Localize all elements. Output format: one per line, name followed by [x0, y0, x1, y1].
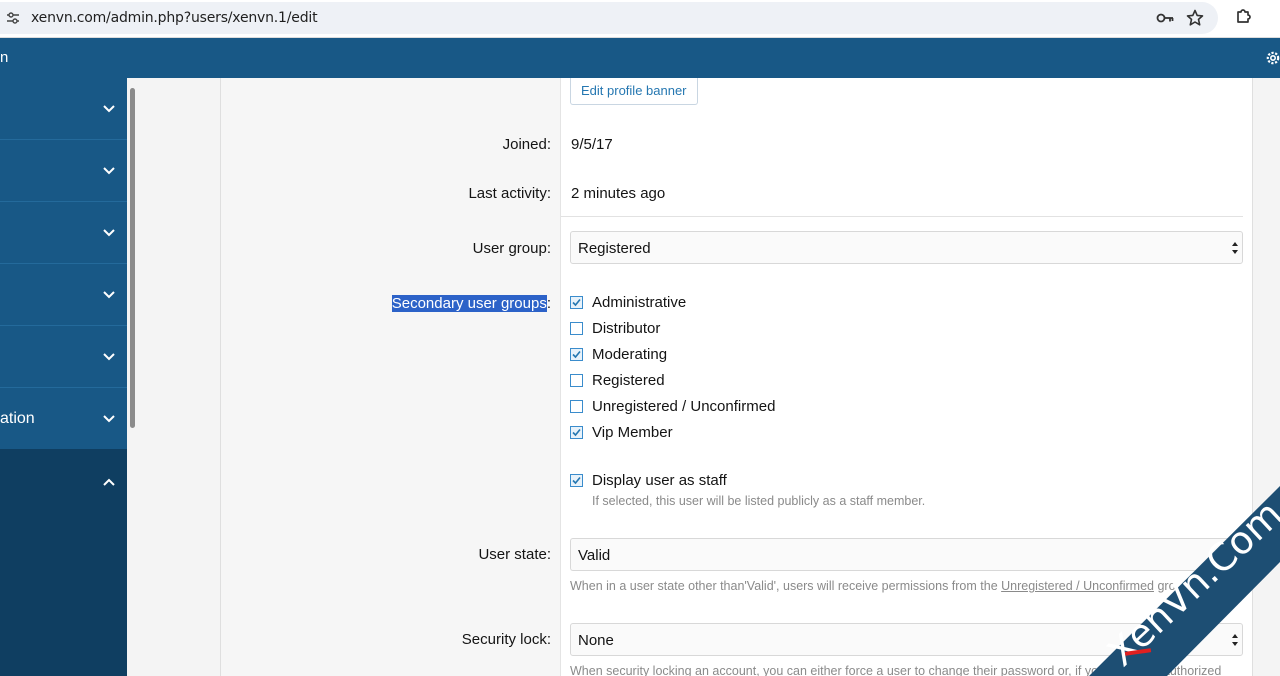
chevron-down-icon	[103, 229, 115, 237]
security-lock-value: None	[578, 632, 614, 649]
checkbox-unchecked[interactable]	[570, 322, 583, 335]
select-arrows-icon	[1232, 634, 1238, 646]
option-label[interactable]: Moderating	[592, 346, 667, 363]
chevron-down-icon	[103, 291, 115, 299]
sidebar-item-partial[interactable]: ation	[0, 388, 127, 450]
secondary-user-groups-label: Secondary user groups:	[391, 295, 551, 312]
checkbox-checked[interactable]	[570, 348, 583, 361]
checkbox-unchecked[interactable]	[570, 374, 583, 387]
sidebar-item[interactable]	[0, 140, 127, 202]
option-label[interactable]: Administrative	[592, 294, 686, 311]
display-staff-hint: If selected, this user will be listed pu…	[592, 494, 926, 508]
user-group-label: User group:	[472, 240, 551, 257]
security-lock-hint-tail: unauthorized	[1149, 664, 1222, 676]
check-icon	[572, 298, 581, 307]
user-state-value: Valid	[578, 547, 611, 564]
option-label[interactable]: Vip Member	[592, 424, 673, 441]
check-icon	[572, 476, 581, 485]
user-state-hint: When in a user state other than'Valid', …	[570, 579, 1176, 593]
check-icon	[572, 350, 581, 359]
hint-text: gro	[1153, 579, 1176, 593]
selected-text: Secondary user groups	[391, 295, 547, 312]
user-state-select[interactable]: Valid	[570, 538, 1250, 571]
security-lock-select[interactable]: None	[570, 623, 1243, 656]
select-arrows-icon	[1232, 242, 1238, 254]
chevron-down-icon	[103, 353, 115, 361]
user-group-select[interactable]: Registered	[570, 231, 1243, 264]
sidebar-item-label: ation	[0, 410, 35, 427]
check-icon	[572, 428, 581, 437]
form-label-column	[221, 78, 561, 676]
chevron-down-icon	[103, 105, 115, 113]
last-activity-value: 2 minutes ago	[571, 185, 666, 202]
extensions-puzzle-icon[interactable]	[1235, 7, 1253, 25]
checkbox-checked[interactable]	[570, 474, 583, 487]
chevron-up-icon	[103, 478, 115, 486]
joined-value: 9/5/17	[571, 136, 613, 153]
sidebar-scrollbar-thumb[interactable]	[130, 88, 135, 428]
user-group-value: Registered	[578, 240, 651, 257]
browser-toolbar: xenvn.com/admin.php?users/xenvn.1/edit	[0, 0, 1280, 38]
sidebar-item[interactable]	[0, 202, 127, 264]
checkbox-unchecked[interactable]	[570, 400, 583, 413]
edit-profile-banner-button[interactable]: Edit profile banner	[570, 78, 698, 105]
option-label[interactable]: Registered	[592, 372, 665, 389]
header-title-fragment[interactable]: n	[0, 49, 8, 66]
sidebar-item-expanded[interactable]	[0, 449, 127, 676]
chevron-down-icon	[103, 167, 115, 175]
joined-label: Joined:	[502, 136, 551, 153]
security-lock-label: Security lock:	[461, 631, 551, 648]
sidebar-item[interactable]	[0, 264, 127, 326]
label-colon: :	[546, 295, 551, 312]
chevron-down-icon	[103, 415, 115, 423]
checkbox-checked[interactable]	[570, 296, 583, 309]
admin-sidebar: ation	[0, 78, 127, 676]
gear-icon[interactable]	[1265, 50, 1280, 66]
section-divider	[561, 216, 1243, 217]
security-lock-hint: When security locking an account, you ca…	[570, 664, 1099, 676]
display-staff-label[interactable]: Display user as staff	[592, 472, 727, 489]
address-bar[interactable]: xenvn.com/admin.php?users/xenvn.1/edit	[0, 2, 1218, 34]
hint-text: When in a user state other than'Valid', …	[570, 579, 1002, 593]
password-key-icon[interactable]	[1156, 9, 1174, 27]
option-label[interactable]: Distributor	[592, 320, 660, 337]
sidebar-item[interactable]	[0, 326, 127, 388]
site-settings-icon[interactable]	[6, 11, 20, 25]
unregistered-group-link[interactable]: Unregistered / Unconfirmed	[1001, 579, 1154, 593]
option-label[interactable]: Unregistered / Unconfirmed	[592, 398, 775, 415]
last-activity-label: Last activity:	[468, 185, 551, 202]
url-text[interactable]: xenvn.com/admin.php?users/xenvn.1/edit	[31, 10, 318, 26]
sidebar-item[interactable]	[0, 78, 127, 140]
user-state-label: User state:	[478, 546, 551, 563]
bookmark-star-icon[interactable]	[1186, 9, 1204, 27]
admin-header: n	[0, 38, 1280, 78]
checkbox-checked[interactable]	[570, 426, 583, 439]
